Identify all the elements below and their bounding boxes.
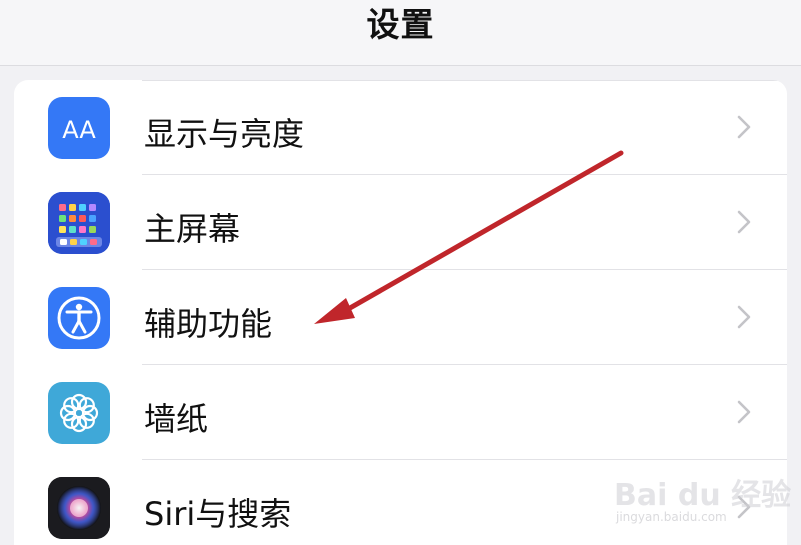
settings-row-home-screen[interactable]: 主屏幕	[14, 175, 787, 270]
chevron-right-icon	[737, 305, 751, 329]
chevron-right-icon	[737, 400, 751, 424]
settings-row-label: 墙纸	[144, 400, 209, 438]
settings-screen: 设置 AA 显示与亮度 主屏幕 辅助功能 墙纸 Siri与搜索 Bai du 经…	[0, 0, 801, 545]
siri-icon	[48, 477, 110, 539]
accessibility-icon	[48, 287, 110, 349]
settings-row-display-brightness[interactable]: AA 显示与亮度	[14, 80, 787, 175]
display-brightness-icon: AA	[48, 97, 110, 159]
watermark-url: jingyan.baidu.com	[616, 510, 727, 524]
settings-row-accessibility[interactable]: 辅助功能	[14, 270, 787, 365]
settings-row-label: 主屏幕	[144, 210, 241, 248]
chevron-right-icon	[737, 115, 751, 139]
baidu-watermark: Bai du 经验 jingyan.baidu.com	[606, 458, 796, 538]
settings-row-wallpaper[interactable]: 墙纸	[14, 365, 787, 460]
settings-row-label: Siri与搜索	[144, 495, 292, 533]
settings-row-label: 辅助功能	[144, 305, 273, 343]
watermark-text: Bai du 经验	[614, 478, 792, 513]
navigation-bar: 设置	[0, 0, 801, 66]
page-title: 设置	[366, 4, 435, 44]
settings-row-label: 显示与亮度	[144, 115, 305, 153]
wallpaper-icon	[48, 382, 110, 444]
home-screen-icon	[48, 192, 110, 254]
svg-text:AA: AA	[62, 116, 96, 144]
chevron-right-icon	[737, 210, 751, 234]
